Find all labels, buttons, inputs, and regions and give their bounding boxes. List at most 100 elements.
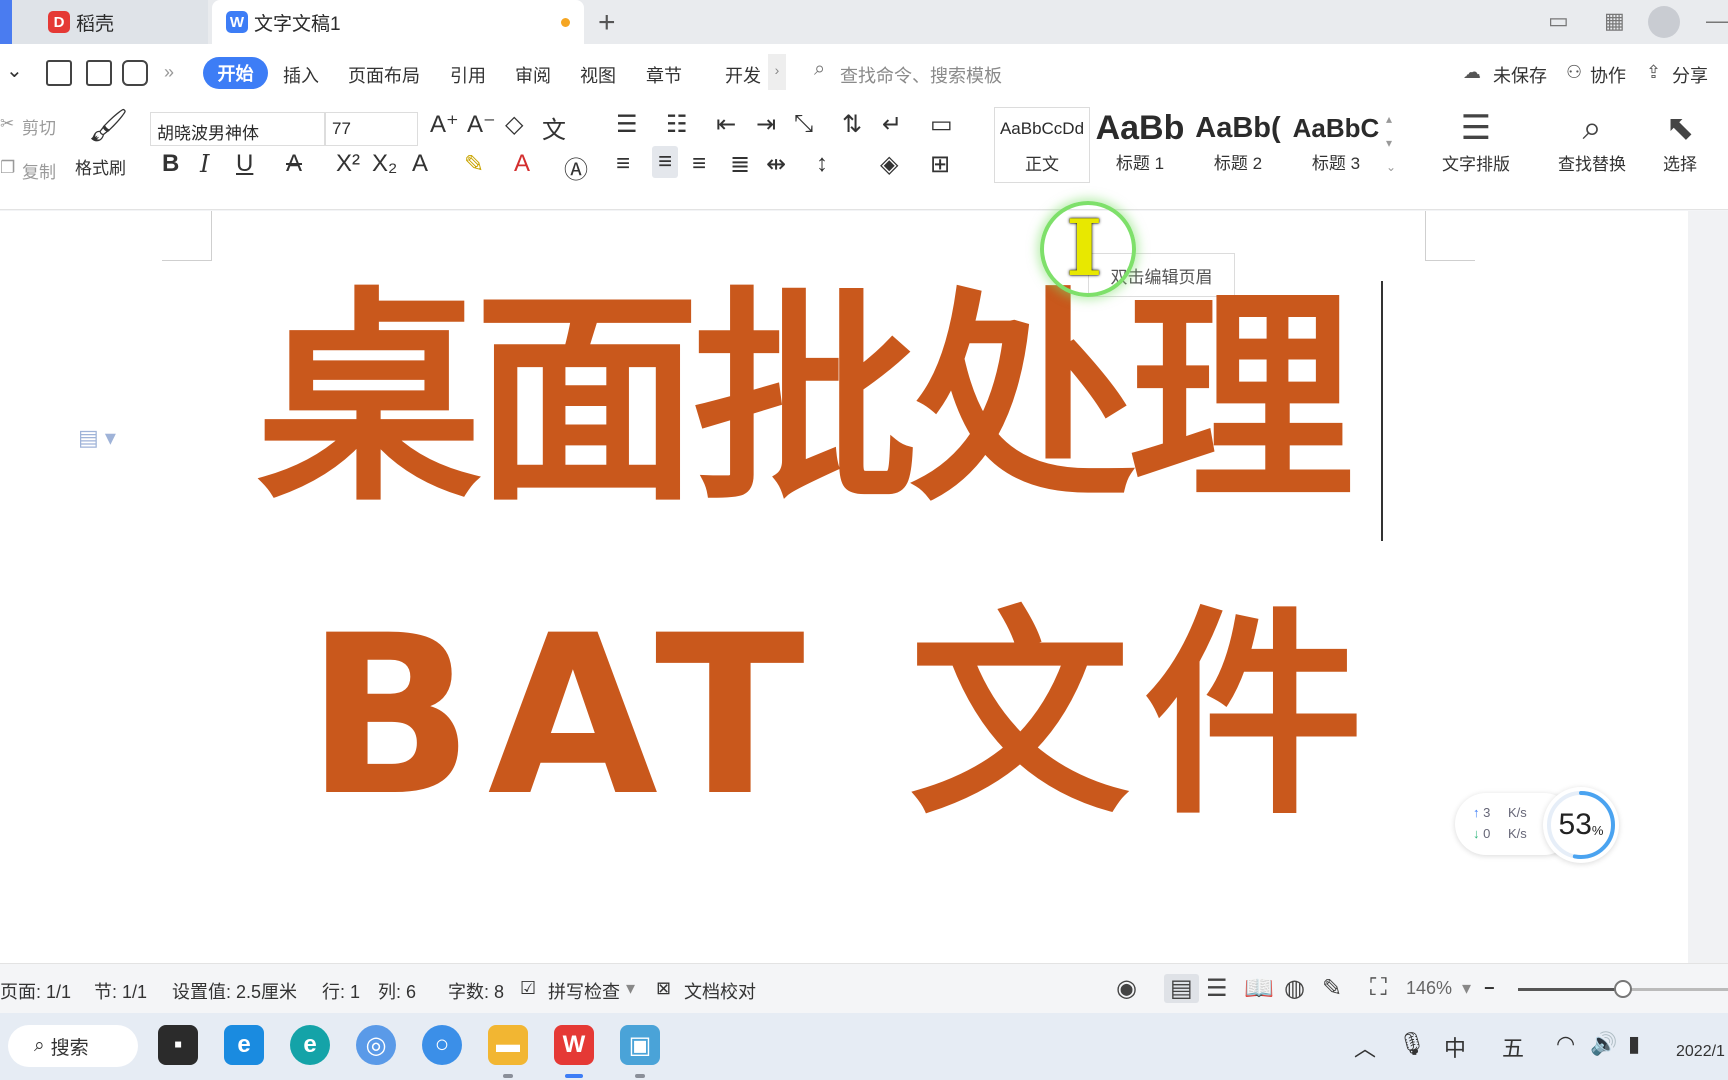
menu-tab-start[interactable]: 开始 [203,57,268,89]
share-button[interactable]: 分享 [1672,62,1708,88]
web-view-icon[interactable]: ◍ [1284,974,1305,1003]
export-icon[interactable] [86,60,112,86]
ime-indicator[interactable]: 中 [1444,1031,1466,1063]
status-col[interactable]: 列: 6 [378,978,416,1004]
grid-apps-icon[interactable]: ▦ [1604,8,1625,34]
font-name-select[interactable]: 胡晓波男神体 [150,112,325,146]
menu-tab-insert[interactable]: 插入 [283,62,319,88]
styles-scroll-icon[interactable]: ▴ ▾ ⌄ [1386,107,1396,179]
ie-browser-icon[interactable]: e [224,1025,264,1065]
font-color-icon[interactable]: A [514,150,530,178]
subscript-icon[interactable]: X₂ [372,150,397,178]
tab-daoke[interactable]: D 稻壳 [0,0,208,44]
reading-view-icon[interactable]: 📖 [1244,974,1274,1003]
menu-tab-chapter[interactable]: 章节 [646,62,682,88]
menu-scroll-right-icon[interactable]: › [768,54,786,90]
status-setting[interactable]: 设置值: 2.5厘米 [172,978,297,1004]
style-normal[interactable]: AaBbCcDd 正文 [994,107,1090,183]
cut-button[interactable]: 剪切 [22,114,56,139]
align-center-icon[interactable]: ≡ [652,146,679,178]
ime-mode-indicator[interactable]: 五 [1502,1031,1524,1063]
spell-check-button[interactable]: 拼写检查 [548,978,620,1004]
minimize-icon[interactable]: — [1706,8,1728,34]
eye-protection-icon[interactable]: ◉ [1116,974,1137,1003]
clear-format-icon[interactable]: ◇ [505,110,523,139]
zoom-value[interactable]: 146% [1406,978,1452,999]
phonetic-guide-icon[interactable]: 文 [542,110,566,145]
text-effect-icon[interactable]: A [412,150,428,178]
battery-icon[interactable]: ▮ [1628,1031,1640,1057]
numbered-list-icon[interactable]: ☷ [666,110,688,139]
network-speed-widget[interactable]: ↑ 3 K/s ↓ 0 K/s 53 % [1455,787,1625,863]
increase-indent-icon[interactable]: ⇥ [756,110,776,139]
line-spacing-icon[interactable]: ↕ [816,150,828,178]
command-search-input[interactable]: 查找命令、搜索模板 [840,62,1002,88]
screen-recorder-icon[interactable]: ▣ [620,1025,660,1065]
new-tab-button[interactable]: + [598,6,616,40]
copy-button[interactable]: 复制 [22,158,56,183]
shrink-font-icon[interactable]: A⁻ [467,110,496,139]
menu-tab-review[interactable]: 审阅 [515,62,551,88]
underline-icon[interactable]: U [236,150,253,178]
wifi-icon[interactable]: ◠ [1556,1031,1575,1057]
document-page[interactable]: ▤ ▾ 双击编辑页眉 桌面批处理 BAT 文件 I ↑ 3 K/s ↓ 0 K/… [0,201,1688,963]
chevron-down-icon[interactable]: ⌄ [6,58,23,83]
avatar[interactable] [1648,6,1680,38]
superscript-icon[interactable]: X² [336,150,360,178]
wps-office-icon[interactable]: W [554,1025,594,1065]
bullet-list-icon[interactable]: ☰ [616,110,638,139]
save-icon[interactable] [46,60,72,86]
document-nav-icon[interactable]: ▤ ▾ [78,425,116,451]
tray-expand-icon[interactable]: ︿ [1354,1031,1376,1063]
align-right-icon[interactable]: ≡ [692,150,706,178]
zoom-slider[interactable] [1518,980,1728,998]
font-size-select[interactable]: 77 [325,112,418,146]
borders-icon[interactable]: ⊞ [930,150,950,179]
strikethrough-icon[interactable]: A [286,150,302,178]
grow-font-icon[interactable]: A⁺ [430,110,459,139]
status-page[interactable]: 页面: 1/1 [0,978,71,1004]
qq-browser-icon[interactable]: ○ [422,1025,462,1065]
status-row[interactable]: 行: 1 [322,978,360,1004]
bold-icon[interactable]: B [162,150,179,178]
char-border-icon[interactable]: Ⓐ [564,150,588,185]
outline-view-icon[interactable]: ☰ [1206,974,1228,1003]
highlight-icon[interactable]: ✎ [464,150,484,179]
taskbar-search[interactable]: ⌕ 搜索 [8,1025,138,1067]
align-left-icon[interactable]: ≡ [616,150,630,178]
status-word-count[interactable]: 字数: 8 [448,978,504,1004]
doc-check-button[interactable]: 文档校对 [684,978,756,1004]
status-section[interactable]: 节: 1/1 [94,978,147,1004]
task-view-icon[interactable]: ▪ [158,1025,198,1065]
distribute-icon[interactable]: ⇹ [766,150,786,179]
unsaved-button[interactable]: 未保存 [1493,62,1547,88]
sort-icon[interactable]: ⇅ [842,110,862,139]
style-heading-1[interactable]: AaBb 标题 1 [1092,107,1188,183]
justify-icon[interactable]: ≣ [730,150,750,179]
text-direction-icon[interactable]: ⤡ [794,110,813,138]
find-replace-button[interactable]: ⌕ 查找替换 [1546,106,1638,175]
ruler-icon[interactable]: ▭ [930,110,953,139]
fit-page-icon[interactable]: ⛶ [1370,974,1387,1002]
format-painter-button[interactable]: 格式刷 [75,154,126,179]
italic-icon[interactable]: I [200,150,209,178]
browser-icon[interactable]: ◎ [356,1025,396,1065]
menu-tab-page-layout[interactable]: 页面布局 [348,62,420,88]
text-layout-button[interactable]: ☰ 文字排版 [1430,106,1522,175]
style-heading-3[interactable]: AaBbC 标题 3 [1288,107,1384,183]
volume-icon[interactable]: 🔊 [1590,1031,1617,1057]
edge-browser-icon[interactable]: e [290,1025,330,1065]
page-view-icon[interactable]: ▤ [1164,974,1199,1003]
style-heading-2[interactable]: AaBb( 标题 2 [1190,107,1286,183]
write-mode-icon[interactable]: ✎ [1322,974,1342,1003]
zoom-out-icon[interactable]: − [1484,978,1495,999]
menu-tab-references[interactable]: 引用 [450,62,486,88]
menu-tab-view[interactable]: 视图 [580,62,616,88]
menu-tab-developer[interactable]: 开发 [725,62,761,88]
tab-document[interactable]: W 文字文稿1 [212,0,584,44]
decrease-indent-icon[interactable]: ⇤ [716,110,736,139]
print-icon[interactable] [122,60,148,86]
file-explorer-icon[interactable]: ▬ [488,1025,528,1065]
collaborate-button[interactable]: 协作 [1590,62,1626,88]
more-chevron-icon[interactable]: » [164,62,174,83]
